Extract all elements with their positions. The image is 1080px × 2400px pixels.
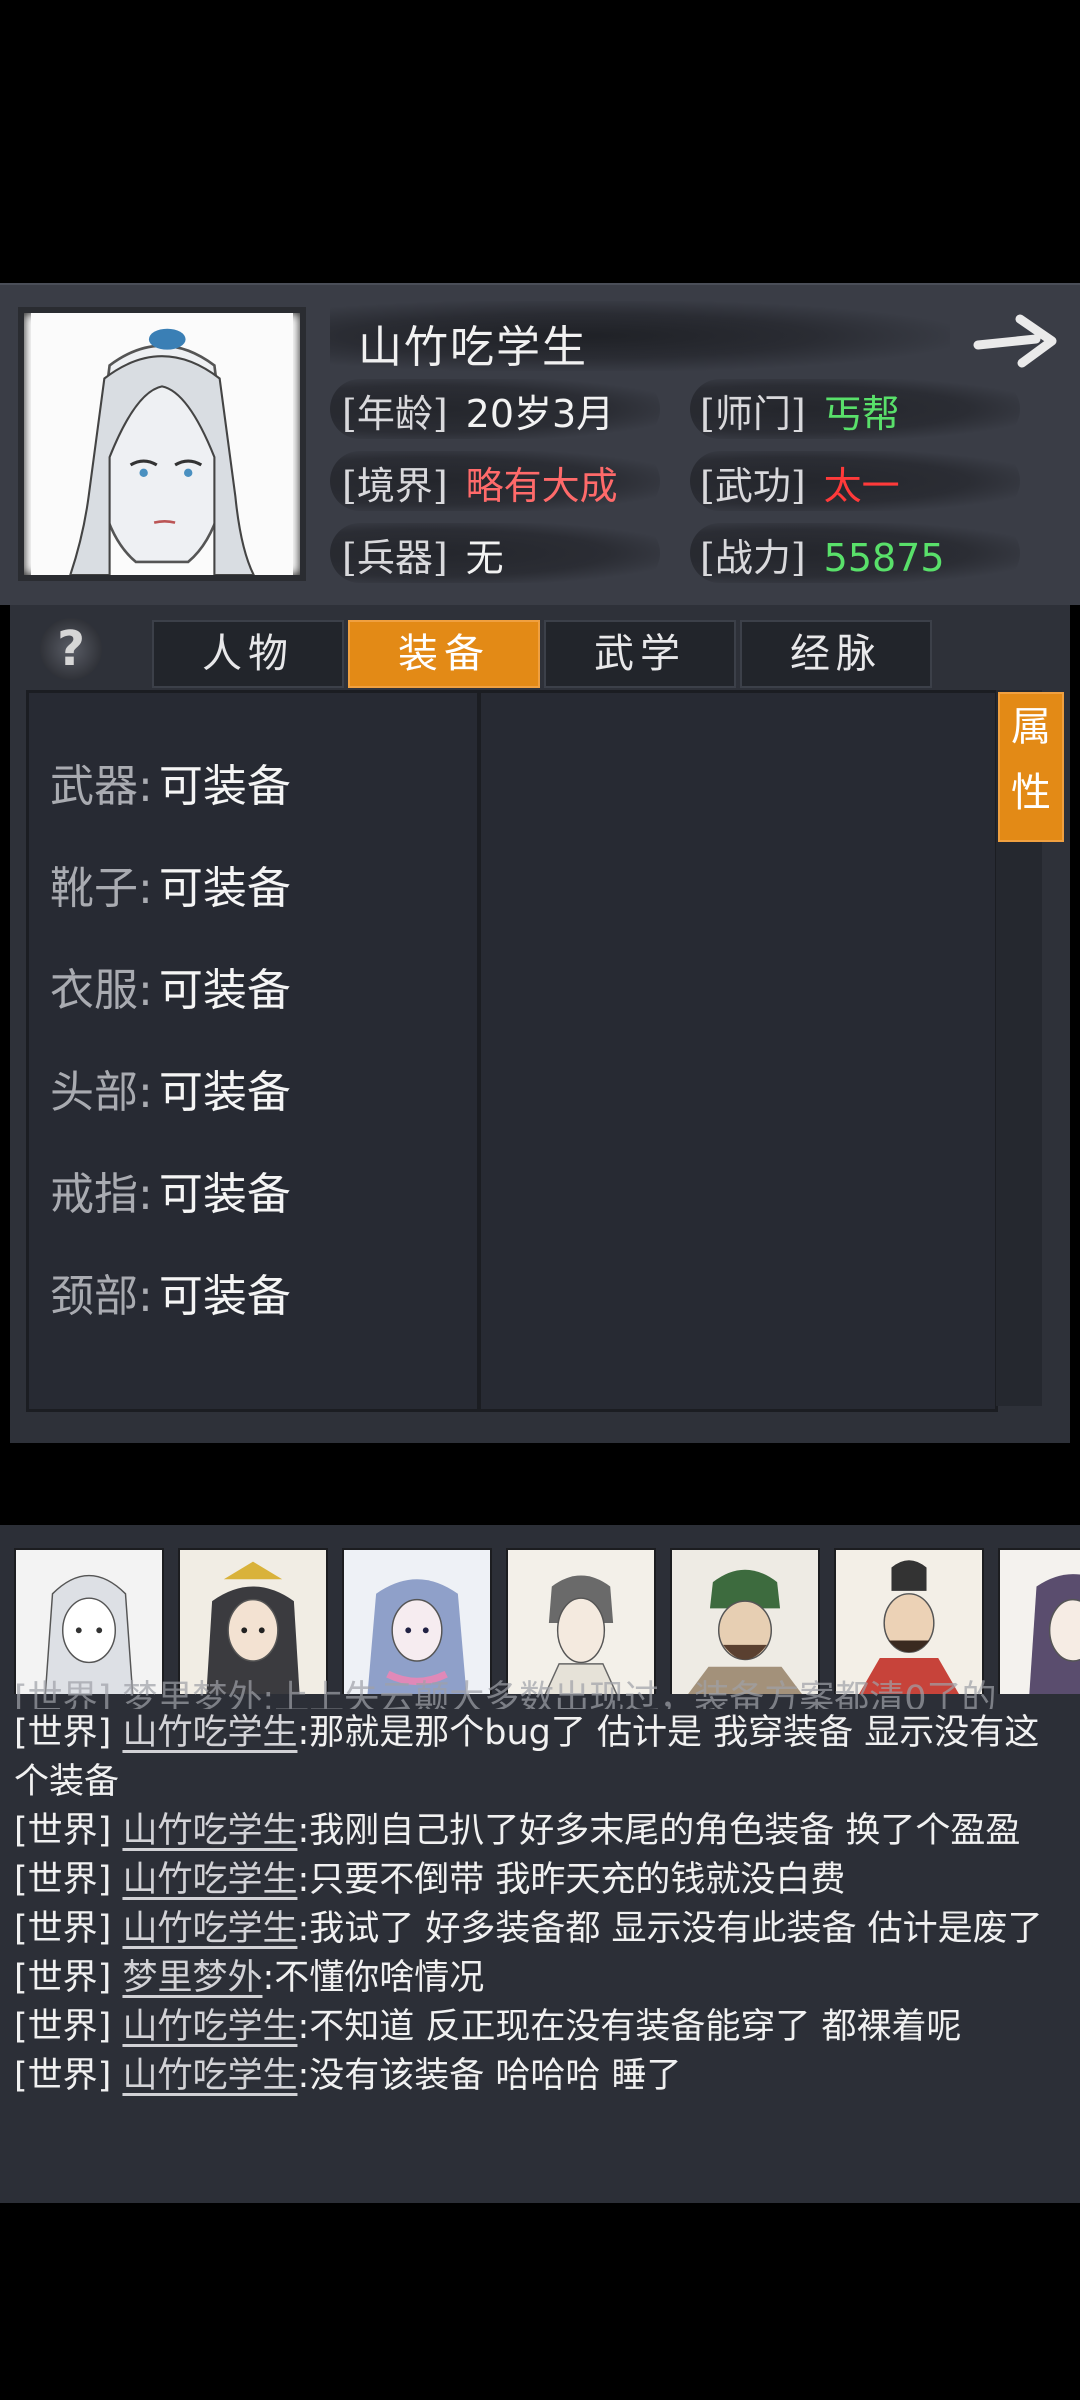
character-portrait-art — [31, 313, 293, 577]
chat-text: :不懂你啥情况 — [262, 1958, 485, 1998]
chat-message: [世界] 山竹吃学生:没有该装备 哈哈哈 睡了 — [14, 2052, 1064, 2101]
character-header: 山竹吃学生 [年龄] 20岁3月 [师门] 丐帮 [境界] 略有大成 [武功] 太一 [… — [0, 283, 1080, 605]
equip-slot-neck[interactable]: 颈部: 可装备 — [50, 1260, 291, 1324]
chat-channel-tag: [世界] — [14, 2007, 112, 2047]
tab-character[interactable]: 人物 — [152, 620, 344, 688]
party-portrait[interactable] — [670, 1548, 820, 1694]
chat-text: :我刚自己扒了好多末尾的角色装备 换了个盈盈 — [297, 1811, 1021, 1851]
chat-channel-tag: [世界] — [14, 1909, 112, 1949]
chat-username[interactable]: 山竹吃学生 — [122, 1860, 297, 1900]
arrow-right-icon[interactable] — [972, 307, 1064, 377]
chat-text: :只要不倒带 我昨天充的钱就没白费 — [297, 1860, 846, 1900]
party-portrait-strip[interactable] — [14, 1548, 1080, 1694]
chat-channel-tag: [世界] — [14, 1713, 112, 1753]
equip-slot-label: 戒指: — [50, 1169, 153, 1220]
party-portrait[interactable] — [14, 1548, 164, 1694]
stat-realm-label: [境界] — [342, 464, 448, 508]
stat-power: [战力] 55875 — [700, 527, 945, 582]
stat-weapon-label: [兵器] — [342, 536, 448, 580]
equip-slot-state: 可装备 — [158, 761, 291, 812]
equip-slot-clothes[interactable]: 衣服: 可装备 — [50, 954, 291, 1018]
equip-slot-label: 武器: — [50, 761, 153, 812]
stat-sect: [师门] 丐帮 — [700, 383, 900, 438]
chat-message-truncated: [世界] 梦里梦外:上上失云颠大多数出现过，装备方案都清0了的 — [14, 1679, 997, 1709]
chat-username[interactable]: 山竹吃学生 — [122, 2056, 297, 2096]
tab-meridians[interactable]: 经脉 — [740, 620, 932, 688]
party-portrait[interactable] — [342, 1548, 492, 1694]
party-portrait[interactable] — [506, 1548, 656, 1694]
equip-slot-state: 可装备 — [158, 1271, 291, 1322]
equip-slot-state: 可装备 — [158, 1169, 291, 1220]
stat-age-label: [年龄] — [342, 392, 448, 436]
stat-weapon-value: 无 — [465, 536, 504, 580]
party-portrait[interactable] — [178, 1548, 328, 1694]
chat-message: [世界] 山竹吃学生:我试了 好多装备都 显示没有此装备 估计是废了 — [14, 1905, 1064, 1954]
equip-slot-label: 头部: — [50, 1067, 153, 1118]
stat-skill-value: 太一 — [823, 464, 900, 508]
stat-sect-label: [师门] — [700, 392, 806, 436]
equip-slot-boots[interactable]: 靴子: 可装备 — [50, 852, 291, 916]
equip-slot-head[interactable]: 头部: 可装备 — [50, 1056, 291, 1120]
stat-age-value: 20岁3月 — [465, 392, 615, 436]
stat-age: [年龄] 20岁3月 — [342, 383, 614, 438]
stat-realm-value: 略有大成 — [465, 464, 618, 508]
chat-channel-tag: [世界] — [14, 1958, 112, 1998]
chat-username[interactable]: 山竹吃学生 — [122, 1713, 297, 1753]
stat-realm: [境界] 略有大成 — [342, 455, 618, 510]
chat-message: [世界] 山竹吃学生:不知道 反正现在没有装备能穿了 都裸着呢 — [14, 2003, 1064, 2052]
equip-slot-state: 可装备 — [158, 1067, 291, 1118]
question-icon[interactable]: ? — [40, 618, 102, 680]
chat-username[interactable]: 梦里梦外 — [122, 1958, 262, 1998]
stat-weapon: [兵器] 无 — [342, 527, 504, 582]
chat-channel-tag: [世界] — [14, 1811, 112, 1851]
party-portrait[interactable] — [834, 1548, 984, 1694]
stat-sect-value: 丐帮 — [823, 392, 900, 436]
tab-equipment[interactable]: 装备 — [348, 620, 540, 688]
equip-slot-state: 可装备 — [158, 965, 291, 1016]
character-name: 山竹吃学生 — [358, 322, 588, 373]
chat-text: :我试了 好多装备都 显示没有此装备 估计是废了 — [297, 1909, 1043, 1949]
equip-slot-ring[interactable]: 戒指: 可装备 — [50, 1158, 291, 1222]
chat-message: [世界] 山竹吃学生:只要不倒带 我昨天充的钱就没白费 — [14, 1856, 1064, 1905]
chat-channel-tag: [世界] — [14, 2056, 112, 2096]
tab-martial-arts[interactable]: 武学 — [544, 620, 736, 688]
character-portrait — [18, 307, 306, 581]
equip-slot-weapon[interactable]: 武器: 可装备 — [50, 750, 291, 814]
equip-slot-state: 可装备 — [158, 863, 291, 914]
equip-slot-label: 靴子: — [50, 863, 153, 914]
attributes-tab-line2: 性 — [1011, 770, 1051, 816]
stat-skill-label: [武功] — [700, 464, 806, 508]
chat-text: :不知道 反正现在没有装备能穿了 都裸着呢 — [297, 2007, 962, 2047]
stat-power-value: 55875 — [823, 536, 945, 580]
chat-message: [世界] 山竹吃学生:我刚自己扒了好多末尾的角色装备 换了个盈盈 — [14, 1807, 1064, 1856]
chat-username[interactable]: 山竹吃学生 — [122, 1811, 297, 1851]
chat-text: :没有该装备 哈哈哈 睡了 — [297, 2056, 682, 2096]
chat-channel-tag: [世界] — [14, 1860, 112, 1900]
chat-message: [世界] 山竹吃学生:那就是那个bug了 估计是 我穿装备 显示没有这个装备 — [14, 1709, 1064, 1807]
chat-message: [世界] 梦里梦外:不懂你啥情况 — [14, 1954, 1064, 2003]
equipment-detail-panel — [478, 690, 998, 1412]
stat-skill: [武功] 太一 — [700, 455, 900, 510]
chat-log[interactable]: [世界] 梦里梦外:上上失云颠大多数出现过，装备方案都清0了的 [世界] 山竹吃… — [14, 1675, 1064, 2101]
attributes-tab[interactable]: 属 性 — [998, 692, 1064, 842]
party-portrait[interactable] — [998, 1548, 1080, 1694]
stat-power-label: [战力] — [700, 536, 806, 580]
chat-username[interactable]: 山竹吃学生 — [122, 2007, 297, 2047]
attributes-tab-line1: 属 — [1011, 704, 1051, 750]
equip-slot-label: 颈部: — [50, 1271, 153, 1322]
equip-slot-label: 衣服: — [50, 965, 153, 1016]
chat-username[interactable]: 山竹吃学生 — [122, 1909, 297, 1949]
